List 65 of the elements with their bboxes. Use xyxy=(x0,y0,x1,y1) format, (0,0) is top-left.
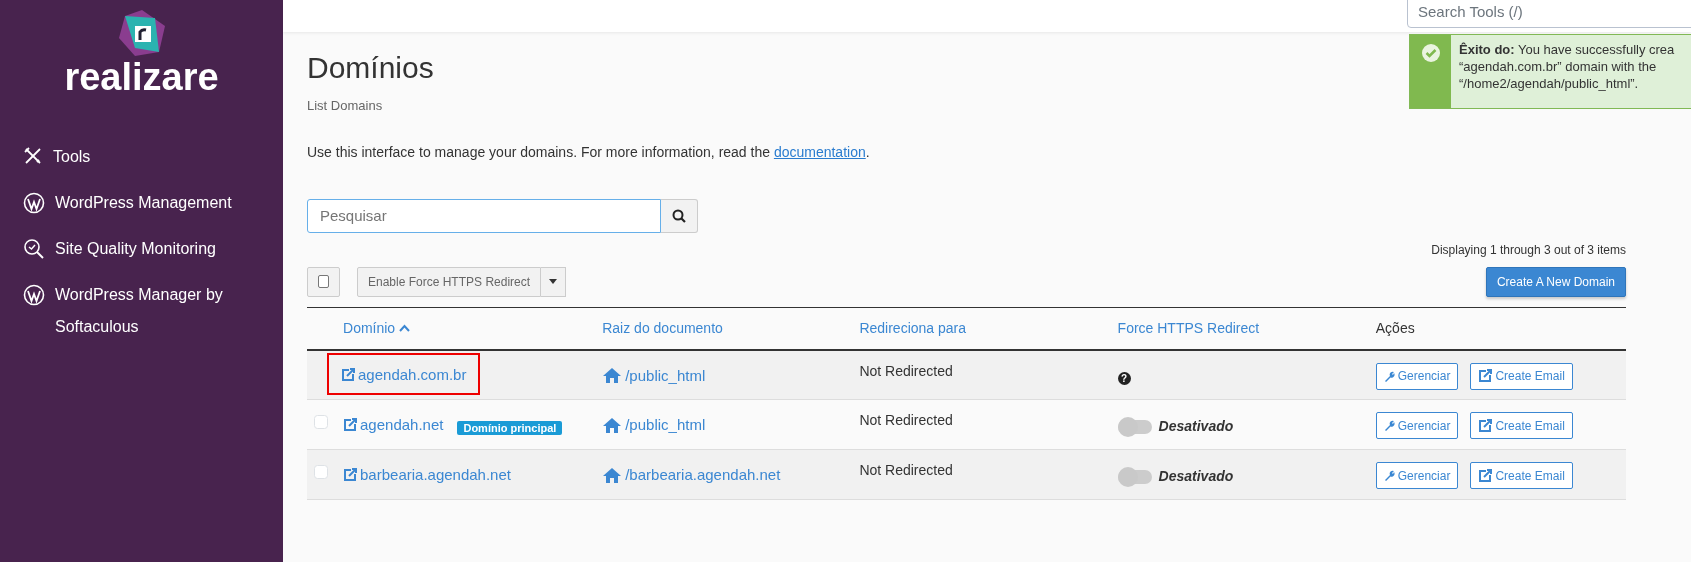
toggle-switch[interactable] xyxy=(1117,470,1152,485)
search-button[interactable] xyxy=(661,198,698,233)
tools-icon xyxy=(23,146,43,166)
external-link-icon xyxy=(1478,418,1493,433)
document-root-link[interactable]: /public_html xyxy=(602,414,706,437)
column-header[interactable]: Domínio xyxy=(343,317,411,339)
main-domain-badge: Domínio principal xyxy=(457,421,563,436)
column-header[interactable]: Force HTTPS Redirect xyxy=(1117,319,1260,336)
home-icon xyxy=(602,416,623,434)
toggle-label: Desativado xyxy=(1158,468,1234,484)
manage-button[interactable]: Gerenciar xyxy=(1375,462,1459,489)
check-circle-icon xyxy=(1420,43,1441,63)
wrench-icon xyxy=(1383,470,1395,481)
bulk-action-button[interactable]: Enable Force HTTPS Redirect xyxy=(357,266,542,297)
toggle-switch[interactable] xyxy=(1117,420,1152,435)
wrench-icon xyxy=(1383,420,1395,431)
page-subtitle: List Domains xyxy=(307,97,384,115)
redirect-text: Not Redirected xyxy=(859,362,953,379)
caret-icon xyxy=(549,279,558,284)
sidebar-item[interactable]: Tools xyxy=(0,134,283,180)
alert-message-line: “agendah.com.br” domain with the xyxy=(1459,58,1658,75)
row-checkbox[interactable] xyxy=(314,465,328,479)
wrench-icon xyxy=(1383,370,1395,382)
column-header[interactable]: Redireciona para xyxy=(859,319,966,336)
dropdown-toggle-button[interactable] xyxy=(541,266,567,297)
row-checkbox[interactable] xyxy=(314,415,328,429)
create-email-button[interactable]: Create Email xyxy=(1470,462,1573,489)
document-root-link[interactable]: /public_html xyxy=(602,364,706,387)
wordpress-icon xyxy=(23,192,45,214)
page-title: Domínios xyxy=(307,50,434,86)
home-icon xyxy=(602,367,623,385)
manage-button[interactable]: Gerenciar xyxy=(1375,362,1459,390)
search-icon xyxy=(672,208,686,223)
external-link-icon xyxy=(1478,468,1493,483)
logo-text: realizare xyxy=(64,58,219,96)
column-header: Ações xyxy=(1375,319,1415,336)
column-header[interactable]: Raiz do documento xyxy=(602,319,723,336)
redirect-text: Not Redirected xyxy=(859,462,953,478)
intro-text: Use this interface to manage your domains. For more information, read the documentation. xyxy=(307,142,871,162)
search-field[interactable]: Pesquisar xyxy=(307,198,661,233)
wordpress-icon xyxy=(23,284,45,306)
create-domain-button[interactable]: Create A New Domain xyxy=(1485,266,1626,297)
create-email-button[interactable]: Create Email xyxy=(1470,362,1573,390)
sidebar-item[interactable]: WordPress Management xyxy=(0,180,283,226)
select-all-control[interactable] xyxy=(307,266,340,297)
sidebar-item[interactable]: Site Quality Monitoring xyxy=(0,226,283,272)
alert-message-line: Êxito do: You have successfully crea xyxy=(1459,41,1675,58)
external-link-icon xyxy=(343,418,357,433)
magnifier-check-icon xyxy=(23,238,45,260)
alert-message-line: “/home2/agendah/public_html”. xyxy=(1459,75,1640,92)
home-icon xyxy=(602,466,623,484)
checkbox[interactable] xyxy=(318,275,329,288)
domain-link[interactable]: agendah.net xyxy=(343,414,444,437)
external-link-icon xyxy=(1478,369,1493,383)
external-link-icon xyxy=(343,468,357,483)
create-email-button[interactable]: Create Email xyxy=(1470,412,1573,439)
search-tools-field[interactable]: Search Tools (/) xyxy=(1407,0,1691,28)
documentation-link[interactable]: documentation xyxy=(773,143,866,160)
external-link-icon xyxy=(341,367,355,382)
paging-text: Displaying 1 through 3 out of 3 items xyxy=(1430,241,1626,259)
redirect-text: Not Redirected xyxy=(859,412,953,428)
sort-ascending-icon xyxy=(399,324,411,332)
manage-button[interactable]: Gerenciar xyxy=(1375,412,1459,439)
toggle-label: Desativado xyxy=(1158,418,1234,434)
sidebar-item[interactable]: WordPress Manager by Softaculous xyxy=(0,272,283,350)
